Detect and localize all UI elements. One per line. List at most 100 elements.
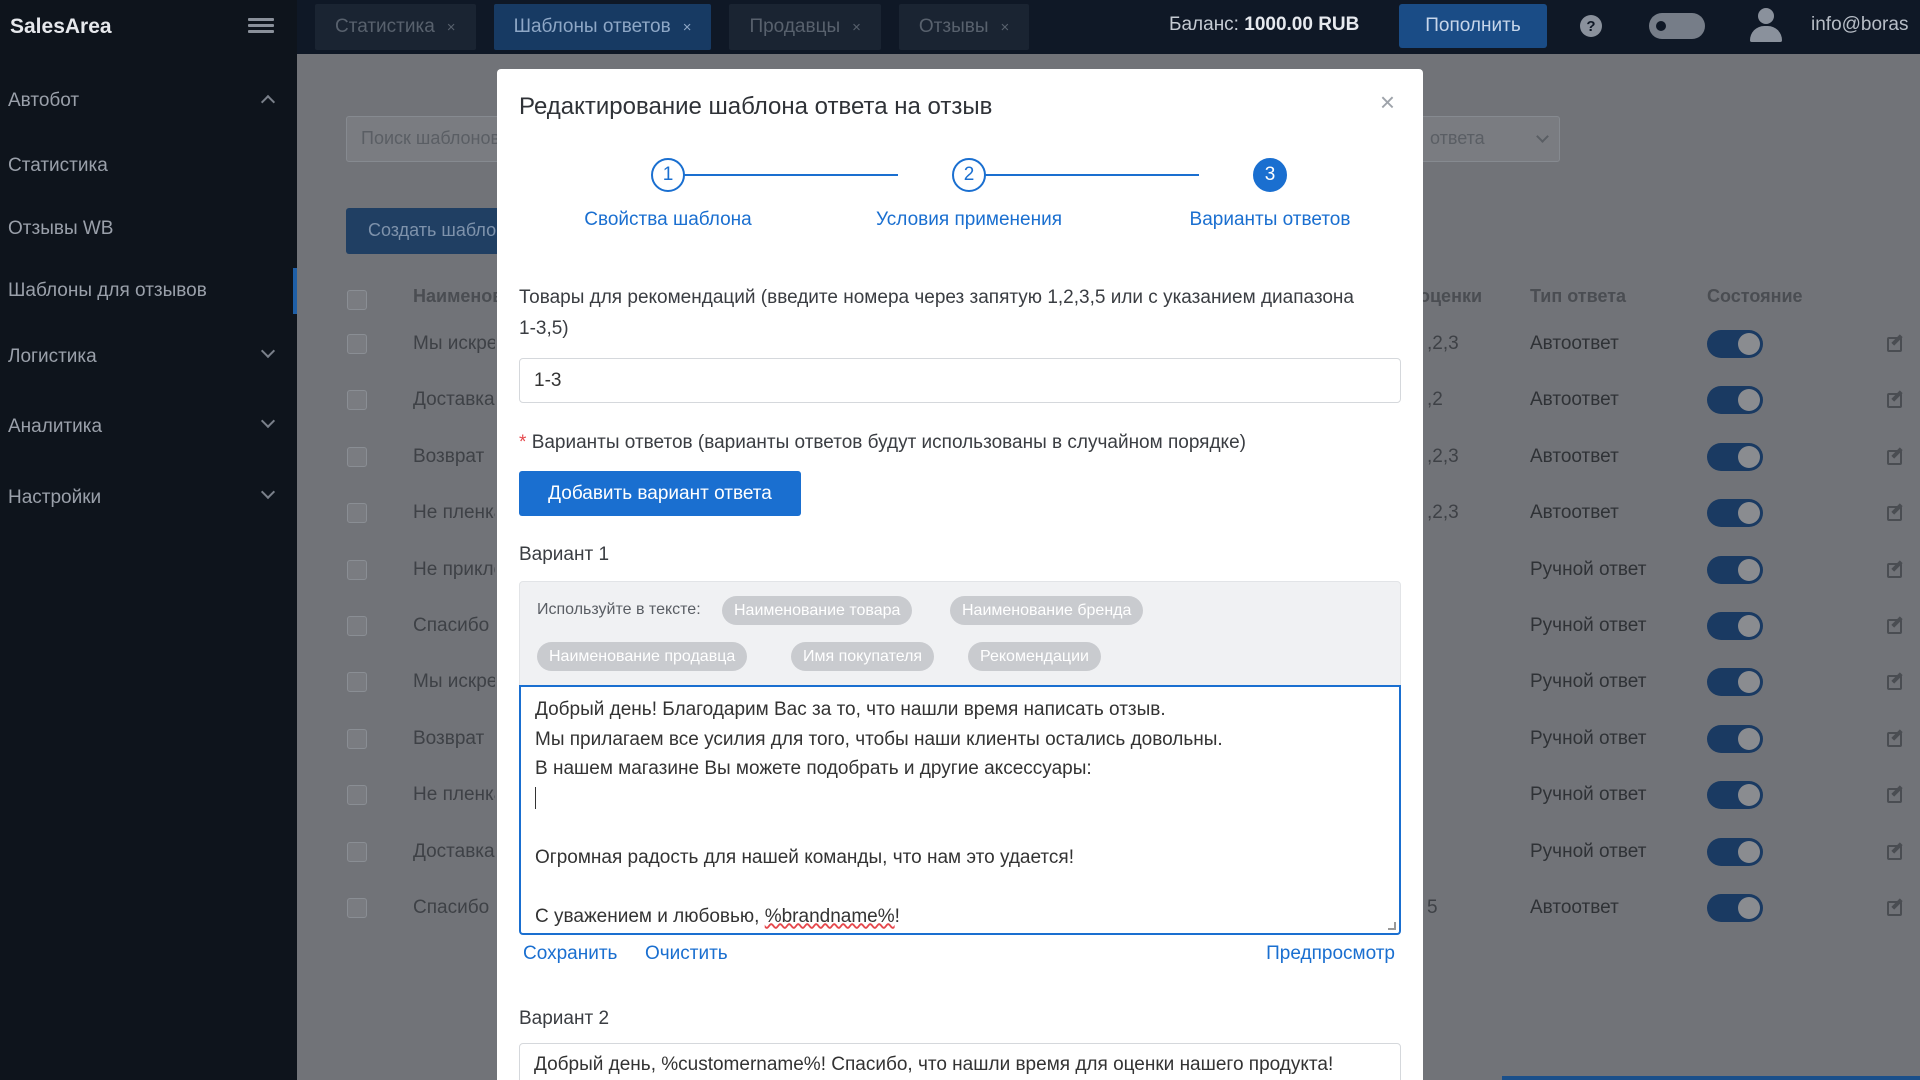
row-name[interactable]: Спасибо [413,897,495,919]
row-name[interactable]: Доставка [413,389,495,411]
topup-button[interactable]: Пополнить [1399,4,1547,48]
edit-icon[interactable] [1887,560,1905,578]
sidebar-item-analytics[interactable]: Аналитика [0,404,297,450]
row-checkbox[interactable] [347,334,367,354]
step-1-indicator[interactable]: 1 [651,158,685,192]
step-2-indicator[interactable]: 2 [952,158,986,192]
textarea-line: Добрый день! Благодарим Вас за то, что н… [535,699,1166,720]
select-all-checkbox[interactable] [347,290,367,310]
row-state-toggle[interactable] [1707,725,1763,753]
row-state-toggle[interactable] [1707,499,1763,527]
close-icon[interactable]: × [852,19,861,36]
balance-label: Баланс: [1169,14,1239,35]
row-name[interactable]: Возврат [413,728,495,750]
menu-toggle-icon[interactable] [248,15,274,37]
step-1-label[interactable]: Свойства шаблона [518,209,818,231]
step-3-label[interactable]: Варианты ответов [1120,209,1420,231]
tab-reviews[interactable]: Отзывы × [898,4,1030,50]
variant-2-textarea[interactable]: Добрый день, %customername%! Спасибо, чт… [519,1043,1401,1080]
sidebar-item-autobot[interactable]: Автобот [0,78,297,124]
row-state-toggle[interactable] [1707,386,1763,414]
text-caret [535,787,536,810]
row-state-toggle[interactable] [1707,838,1763,866]
tag-product-name[interactable]: Наименование товара [722,596,913,625]
sidebar-item-statistics[interactable]: Статистика [0,143,297,189]
row-state-toggle[interactable] [1707,894,1763,922]
row-checkbox[interactable] [347,390,367,410]
row-state-toggle[interactable] [1707,612,1763,640]
row-checkbox[interactable] [347,729,367,749]
step-3-indicator[interactable]: 3 [1253,158,1287,192]
close-icon[interactable]: × [447,19,456,36]
row-checkbox[interactable] [347,503,367,523]
theme-toggle[interactable] [1649,13,1705,39]
row-name[interactable]: Не пленка [413,502,495,524]
column-header-type[interactable]: Тип ответа [1530,286,1626,307]
tag-seller-name[interactable]: Наименование продавца [537,642,748,671]
row-checkbox[interactable] [347,447,367,467]
sidebar-item-review-templates[interactable]: Шаблоны для отзывов [0,268,297,314]
tag-brand-name[interactable]: Наименование бренда [950,596,1144,625]
preview-button[interactable]: Предпросмотр [1255,943,1395,965]
edit-icon[interactable] [1887,616,1905,634]
row-name[interactable]: Доставка [413,841,495,863]
row-checkbox[interactable] [347,785,367,805]
edit-icon[interactable] [1887,503,1905,521]
answer-type-select[interactable]: ответа [1417,116,1560,162]
close-icon[interactable]: × [683,19,692,36]
row-name[interactable]: Мы искренне [413,671,495,693]
row-name[interactable]: Не приклеивается [413,559,495,581]
close-icon[interactable]: × [1001,19,1010,36]
save-button[interactable]: Сохранить [523,943,617,965]
template-search-input[interactable]: Поиск шаблонов [346,116,516,162]
row-checkbox[interactable] [347,672,367,692]
close-icon[interactable]: × [1380,87,1395,118]
chevron-down-icon [260,343,276,359]
edit-icon[interactable] [1887,898,1905,916]
products-input[interactable] [519,358,1401,403]
create-template-button[interactable]: Создать шаблон [346,208,516,254]
edit-icon[interactable] [1887,334,1905,352]
row-type: Автоответ [1530,333,1619,354]
sidebar-item-settings[interactable]: Настройки [0,475,297,521]
row-rating: ,2,3 [1427,502,1459,523]
tag-recommendations[interactable]: Рекомендации [968,642,1101,671]
tab-statistics[interactable]: Статистика × [315,4,476,50]
sidebar-item-logistics[interactable]: Логистика [0,334,297,380]
row-checkbox[interactable] [347,842,367,862]
edit-icon[interactable] [1887,672,1905,690]
user-icon[interactable] [1749,8,1783,44]
resize-handle[interactable] [1388,922,1396,930]
tab-templates[interactable]: Шаблоны ответов × [493,4,712,50]
add-variant-button[interactable]: Добавить вариант ответа [519,471,801,516]
tab-sellers[interactable]: Продавцы × [729,4,881,50]
row-state-toggle[interactable] [1707,330,1763,358]
column-header-name[interactable]: Наименование [413,286,497,307]
edit-icon[interactable] [1887,842,1905,860]
edit-icon[interactable] [1887,390,1905,408]
help-icon[interactable]: ? [1580,15,1602,37]
step-2-label[interactable]: Условия применения [819,209,1119,231]
clear-button[interactable]: Очистить [645,943,728,965]
row-name[interactable]: Не пленка [413,784,495,806]
row-name[interactable]: Спасибо [413,615,495,637]
chevron-up-icon [260,94,276,110]
sidebar-item-reviews-wb[interactable]: Отзывы WB [0,206,297,252]
edit-icon[interactable] [1887,729,1905,747]
row-name[interactable]: Мы искренне [413,333,495,355]
column-header-state[interactable]: Состояние [1707,286,1803,307]
row-checkbox[interactable] [347,560,367,580]
row-name[interactable]: Возврат [413,446,495,468]
user-email[interactable]: info@boras [1811,14,1908,36]
edit-icon[interactable] [1887,785,1905,803]
variant-1-textarea[interactable]: Добрый день! Благодарим Вас за то, что н… [519,685,1401,935]
row-state-toggle[interactable] [1707,556,1763,584]
row-state-toggle[interactable] [1707,668,1763,696]
row-state-toggle[interactable] [1707,443,1763,471]
tag-customer-name[interactable]: Имя покупателя [791,642,935,671]
row-state-toggle[interactable] [1707,781,1763,809]
row-checkbox[interactable] [347,616,367,636]
edit-icon[interactable] [1887,447,1905,465]
row-checkbox[interactable] [347,898,367,918]
column-header-rating[interactable]: оценки [1419,286,1482,307]
